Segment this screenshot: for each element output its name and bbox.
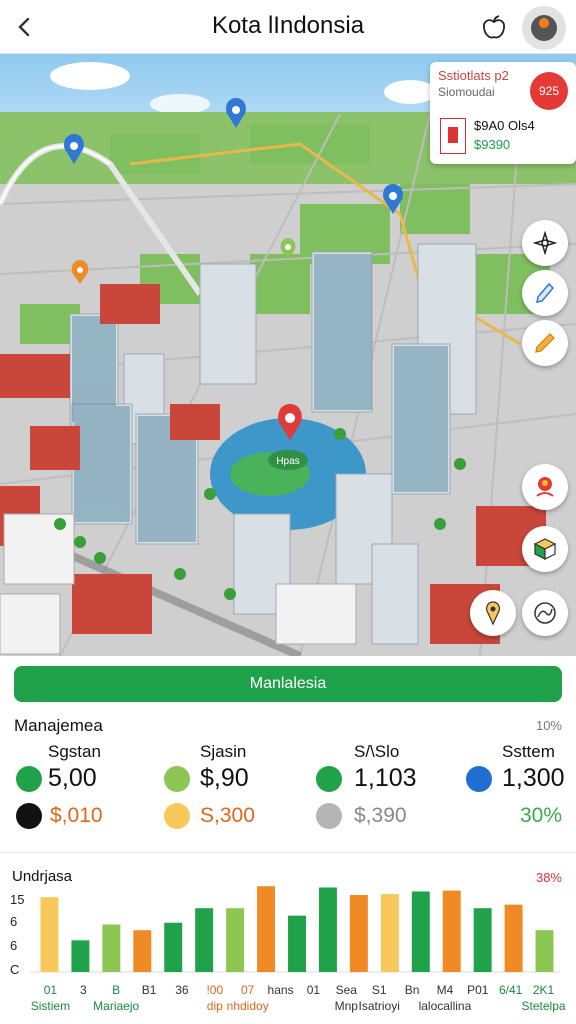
stat-dot <box>466 766 492 792</box>
x-tick-label: B1 <box>142 983 157 997</box>
place-info-card[interactable]: Sstiotlats p2 Siomoudai 925 $9A0 Ols4 $9… <box>430 62 576 164</box>
stat-label: Ssttem <box>502 742 555 761</box>
info-card-badge: 925 <box>530 72 568 110</box>
city-map[interactable]: Hpas Sstiotlats p2 Siomoudai 925 $9A0 Ol… <box>0 54 576 656</box>
x-tick-label: 01 <box>307 983 321 997</box>
x-category-label: Mariaejo <box>93 999 139 1013</box>
chart-bar <box>71 940 90 972</box>
chart-bar <box>164 922 183 972</box>
x-tick-label: M4 <box>437 983 454 997</box>
x-tick-label: 6/41 <box>499 983 523 997</box>
stat-sub-value: $,010 <box>50 804 103 827</box>
chart-bar <box>318 887 337 972</box>
stat-value: 5,00 <box>48 764 97 792</box>
item-name: $9A0 Ols4 <box>474 118 535 133</box>
x-tick-label: 2K1 <box>533 983 555 997</box>
stat-sub-value: S,300 <box>200 804 255 827</box>
section-title: Manajemea <box>14 716 103 735</box>
x-tick-label: S1 <box>372 983 387 997</box>
y-tick-label: 6 <box>10 914 17 929</box>
app-header: Kota lIndonsia <box>0 0 576 54</box>
compass-icon <box>533 231 557 255</box>
stat-sub-value: 30% <box>520 804 563 827</box>
x-tick-label: 01 <box>44 983 58 997</box>
stat-dot <box>316 766 342 792</box>
x-tick-label: hans <box>268 983 294 997</box>
chart-percentage: 38% <box>535 870 562 885</box>
compass-button[interactable] <box>522 220 568 266</box>
x-category-label: Stetelpa <box>522 999 566 1013</box>
chart-bar <box>535 930 554 972</box>
chart-bar <box>473 908 492 972</box>
x-tick-label: !00 <box>206 983 223 997</box>
edit-icon <box>535 333 555 353</box>
divider <box>0 852 576 853</box>
stat-value: $,90 <box>200 764 249 792</box>
stat-sub-dot <box>164 803 190 829</box>
stat-dot <box>16 766 42 792</box>
x-category-label: dip <box>207 999 223 1013</box>
stat-sub-dot <box>16 803 42 829</box>
route-button[interactable] <box>522 590 568 636</box>
x-category-label: Sistiem <box>31 999 70 1013</box>
avatar-icon <box>531 15 557 41</box>
chart-bar <box>288 915 306 972</box>
center-pin-label: Hpas <box>276 456 299 467</box>
y-tick-label: 15 <box>10 892 24 907</box>
x-tick-label: 07 <box>241 983 255 997</box>
person-location-button[interactable] <box>522 464 568 510</box>
favorite-button[interactable] <box>472 6 516 50</box>
bar-chart: 15 6 6 C 01 Sistiem 3 B MariaejoB1 36 !00 dip 07 nhdi… <box>10 886 566 1013</box>
x-tick-label: B <box>112 983 120 997</box>
chart-bar <box>349 895 368 972</box>
stat-label: S/\Slo <box>354 742 400 761</box>
location-person-icon <box>536 477 554 497</box>
x-tick-label: Bn <box>405 983 420 997</box>
pin-button[interactable] <box>470 590 516 636</box>
x-category-label: Isatrioyi <box>359 999 400 1013</box>
map-pin-icon <box>486 601 500 626</box>
route-icon <box>534 602 556 624</box>
stat-label: Sgstan <box>48 742 101 761</box>
chart-bar <box>442 890 461 972</box>
stat-sub-dot <box>316 803 342 829</box>
x-tick-label: 36 <box>175 983 189 997</box>
info-card-item[interactable]: $9A0 Ols4 $9390 <box>440 118 535 154</box>
x-category-label: nhdidoy <box>227 999 269 1013</box>
3d-view-button[interactable] <box>522 526 568 572</box>
edit-button[interactable] <box>522 320 568 366</box>
x-category-label: lalocallina <box>419 999 472 1013</box>
y-tick-label: 6 <box>10 938 17 953</box>
stat-dot <box>164 766 190 792</box>
chart-title: Undrjasa <box>12 868 73 885</box>
stat-value: 1,103 <box>354 764 417 792</box>
stat-sub-value: $,390 <box>354 804 407 827</box>
chart-bar <box>40 897 59 972</box>
pencil-icon <box>536 282 555 303</box>
chart-bar <box>195 908 214 972</box>
draw-button[interactable] <box>522 270 568 316</box>
stat-label: Sjasin <box>200 742 247 761</box>
x-tick-label: P01 <box>467 983 489 997</box>
x-tick-label: Sea <box>336 983 358 997</box>
chart-bar <box>411 891 430 972</box>
chart-bar <box>133 930 152 972</box>
chart-bar <box>257 886 276 972</box>
primary-action-button[interactable]: Manlalesia <box>14 666 562 702</box>
chart-bar <box>380 894 399 972</box>
apple-icon <box>483 15 505 39</box>
profile-button[interactable] <box>522 6 566 50</box>
stat-value: 1,300 <box>502 764 565 792</box>
chart-bar <box>102 924 121 972</box>
chart-bar <box>226 908 245 972</box>
x-tick-label: 3 <box>80 983 87 997</box>
item-price: $9390 <box>474 137 511 152</box>
x-category-label: Mnp <box>335 999 359 1013</box>
cube-icon <box>533 538 557 560</box>
chart-bar <box>504 904 523 972</box>
item-thumbnail <box>440 118 466 154</box>
y-tick-label: C <box>10 962 19 977</box>
section-percentage: 10% <box>535 718 562 733</box>
